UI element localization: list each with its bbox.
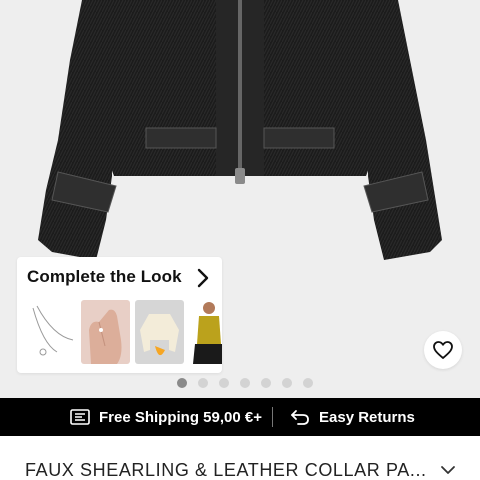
sweater-icon xyxy=(135,300,184,364)
pagination-dot[interactable] xyxy=(239,378,250,388)
pagination-dot[interactable] xyxy=(197,378,208,388)
pagination-dot[interactable] xyxy=(218,378,229,388)
pagination-dot[interactable] xyxy=(260,378,271,388)
chevron-down-icon[interactable] xyxy=(440,464,456,476)
top-thumbnail[interactable] xyxy=(189,300,222,364)
free-shipping-promo[interactable]: Free Shipping 59,00 €+ xyxy=(70,398,262,436)
product-title: FAUX SHEARLING & LEATHER COLLAR PA... xyxy=(25,460,427,480)
complete-the-look-thumbnails xyxy=(27,300,222,364)
ring-icon xyxy=(81,300,130,364)
top-icon xyxy=(189,300,222,364)
complete-the-look-title: Complete the Look xyxy=(27,267,182,286)
chevron-right-icon[interactable] xyxy=(195,268,211,288)
necklace-thumbnail[interactable] xyxy=(27,300,76,364)
free-shipping-label: Free Shipping 59,00 €+ xyxy=(99,408,262,426)
pagination-dot[interactable] xyxy=(281,378,292,388)
pagination-dot[interactable] xyxy=(302,378,313,388)
pagination-dot-active[interactable] xyxy=(176,378,187,388)
sweater-thumbnail[interactable] xyxy=(135,300,184,364)
heart-icon xyxy=(433,341,453,359)
wishlist-button[interactable] xyxy=(424,331,462,369)
ring-thumbnail[interactable] xyxy=(81,300,130,364)
product-gallery[interactable]: Complete the Look xyxy=(0,0,480,398)
complete-the-look-card[interactable]: Complete the Look xyxy=(17,257,222,373)
gallery-pagination xyxy=(0,378,480,390)
product-title-row[interactable]: FAUX SHEARLING & LEATHER COLLAR PA... xyxy=(0,436,480,480)
easy-returns-promo[interactable]: Easy Returns xyxy=(290,398,415,436)
return-arrow-icon xyxy=(291,410,309,425)
promo-bar: Free Shipping 59,00 €+ Easy Returns xyxy=(0,398,480,436)
shipping-list-icon xyxy=(70,409,90,425)
easy-returns-label: Easy Returns xyxy=(319,408,415,426)
promo-divider xyxy=(272,407,273,427)
necklace-icon xyxy=(27,300,76,364)
